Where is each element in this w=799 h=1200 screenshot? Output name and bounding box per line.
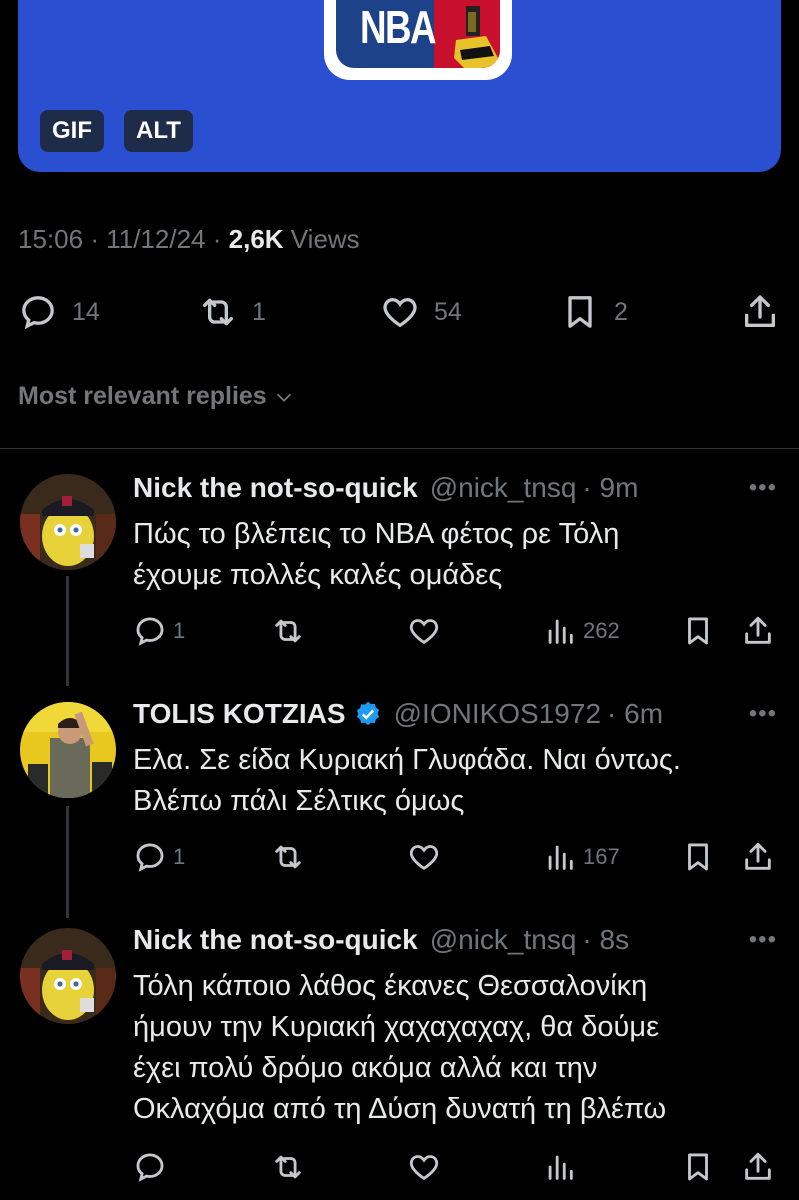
more-icon[interactable]: ••• bbox=[749, 926, 777, 954]
bookmark-count: 2 bbox=[614, 297, 628, 326]
repost-icon bbox=[275, 619, 301, 643]
reply-header: TOLIS KOTZIAS @IONIKOS1972 · 6m bbox=[133, 698, 663, 730]
more-icon[interactable]: ••• bbox=[749, 700, 777, 728]
reply-count: 14 bbox=[72, 297, 100, 326]
reply-text: Τόλη κάποιο λάθος έκανες Θεσσαλονίκη ήμο… bbox=[133, 970, 667, 1125]
bookmark-icon bbox=[688, 843, 708, 871]
share-button[interactable] bbox=[741, 1150, 775, 1184]
repost-icon bbox=[275, 1155, 301, 1179]
views-label[interactable]: Views bbox=[291, 224, 360, 254]
share-button[interactable] bbox=[741, 614, 775, 648]
bookmark-button[interactable] bbox=[681, 840, 715, 874]
avatar[interactable] bbox=[20, 474, 116, 570]
reply-author-name[interactable]: Nick the not-so-quick bbox=[133, 924, 418, 956]
reply-icon bbox=[136, 843, 164, 872]
reply-header: Nick the not-so-quick @nick_tnsq · 9m bbox=[133, 472, 638, 504]
reply-author-name[interactable]: Nick the not-so-quick bbox=[133, 472, 418, 504]
reply-icon bbox=[22, 296, 54, 330]
reply-time[interactable]: · 6m bbox=[607, 698, 663, 730]
reply-action-bar bbox=[133, 1150, 778, 1186]
repost-icon bbox=[203, 298, 233, 326]
media-card[interactable]: NBA GIF ALT bbox=[18, 0, 781, 172]
nba-logo: NBA bbox=[324, 0, 512, 80]
reply-author-handle[interactable]: @nick_tnsq bbox=[430, 472, 577, 504]
post-meta: 15:06 · 11/12/24 · 2,6K Views bbox=[18, 224, 360, 254]
like-icon bbox=[383, 297, 417, 328]
reply-time[interactable]: · 8s bbox=[582, 924, 629, 956]
reply-button[interactable]: 1 bbox=[133, 840, 185, 874]
bookmark-icon bbox=[568, 296, 592, 328]
views-button[interactable] bbox=[543, 1150, 577, 1184]
repost-button[interactable] bbox=[271, 614, 305, 648]
reply-time[interactable]: · 9m bbox=[582, 472, 638, 504]
share-button[interactable] bbox=[740, 292, 780, 332]
share-icon bbox=[745, 295, 775, 327]
verified-icon bbox=[356, 701, 379, 726]
more-icon[interactable]: ••• bbox=[749, 474, 777, 502]
reply-text: Πώς το βλέπεις το ΝΒΑ φέτος ρε Τόλη έχου… bbox=[133, 518, 620, 591]
post-date: 11/12/24 bbox=[106, 224, 206, 254]
reply-action-bar: 1 262 bbox=[133, 614, 778, 650]
like-count: 54 bbox=[434, 297, 462, 326]
like-icon bbox=[409, 1155, 439, 1180]
avatar[interactable] bbox=[20, 928, 116, 1024]
alt-badge[interactable]: ALT bbox=[124, 110, 193, 152]
reply-action-bar: 1 167 bbox=[133, 840, 778, 876]
views-icon bbox=[548, 619, 573, 644]
reply-text: Ελα. Σε είδα Κυριακή Γλυφάδα. Ναι όντως.… bbox=[133, 744, 681, 817]
views-button[interactable]: 167 bbox=[543, 840, 620, 874]
thread-line bbox=[66, 806, 69, 918]
like-button[interactable] bbox=[407, 840, 441, 874]
repost-button[interactable] bbox=[271, 840, 305, 874]
repost-count: 1 bbox=[252, 297, 266, 326]
reply-icon bbox=[136, 617, 164, 646]
reply-author-handle[interactable]: @nick_tnsq bbox=[430, 924, 577, 956]
bookmark-icon bbox=[688, 1153, 708, 1181]
share-button[interactable] bbox=[741, 840, 775, 874]
reply-button[interactable] bbox=[133, 1150, 167, 1184]
repost-button[interactable]: 1 bbox=[198, 292, 266, 332]
views-button[interactable]: 262 bbox=[543, 614, 620, 648]
like-icon bbox=[409, 845, 439, 870]
repost-icon bbox=[275, 845, 301, 869]
bookmark-button[interactable]: 2 bbox=[560, 292, 628, 332]
chevron-down-icon bbox=[276, 393, 291, 402]
like-button[interactable] bbox=[407, 1150, 441, 1184]
gif-badge: GIF bbox=[40, 110, 104, 152]
replies-sort-dropdown[interactable]: Most relevant replies bbox=[18, 382, 295, 411]
bookmark-button[interactable] bbox=[681, 614, 715, 648]
like-button[interactable] bbox=[407, 614, 441, 648]
views-icon bbox=[548, 1155, 573, 1180]
thread-line bbox=[66, 576, 69, 686]
post-action-bar: 14 1 54 2 bbox=[18, 292, 781, 336]
reply-author-name[interactable]: TOLIS KOTZIAS bbox=[133, 698, 346, 730]
divider bbox=[0, 448, 799, 449]
bookmark-icon bbox=[688, 617, 708, 645]
share-icon bbox=[745, 616, 771, 644]
share-icon bbox=[745, 842, 771, 870]
replies-sort-label: Most relevant replies bbox=[18, 382, 267, 410]
like-icon bbox=[409, 619, 439, 644]
post-time: 15:06 bbox=[18, 224, 84, 254]
views-count: 2,6K bbox=[228, 224, 284, 254]
avatar[interactable] bbox=[20, 702, 116, 798]
bookmark-button[interactable] bbox=[681, 1150, 715, 1184]
like-button[interactable]: 54 bbox=[380, 292, 462, 332]
views-icon bbox=[548, 845, 573, 870]
reply-header: Nick the not-so-quick @nick_tnsq · 8s bbox=[133, 924, 629, 956]
reply-author-handle[interactable]: @IONIKOS1972 bbox=[394, 698, 601, 730]
share-icon bbox=[745, 1152, 771, 1180]
reply-button[interactable]: 14 bbox=[18, 292, 100, 332]
repost-button[interactable] bbox=[271, 1150, 305, 1184]
reply-icon bbox=[136, 1153, 164, 1182]
reply-button[interactable]: 1 bbox=[133, 614, 185, 648]
